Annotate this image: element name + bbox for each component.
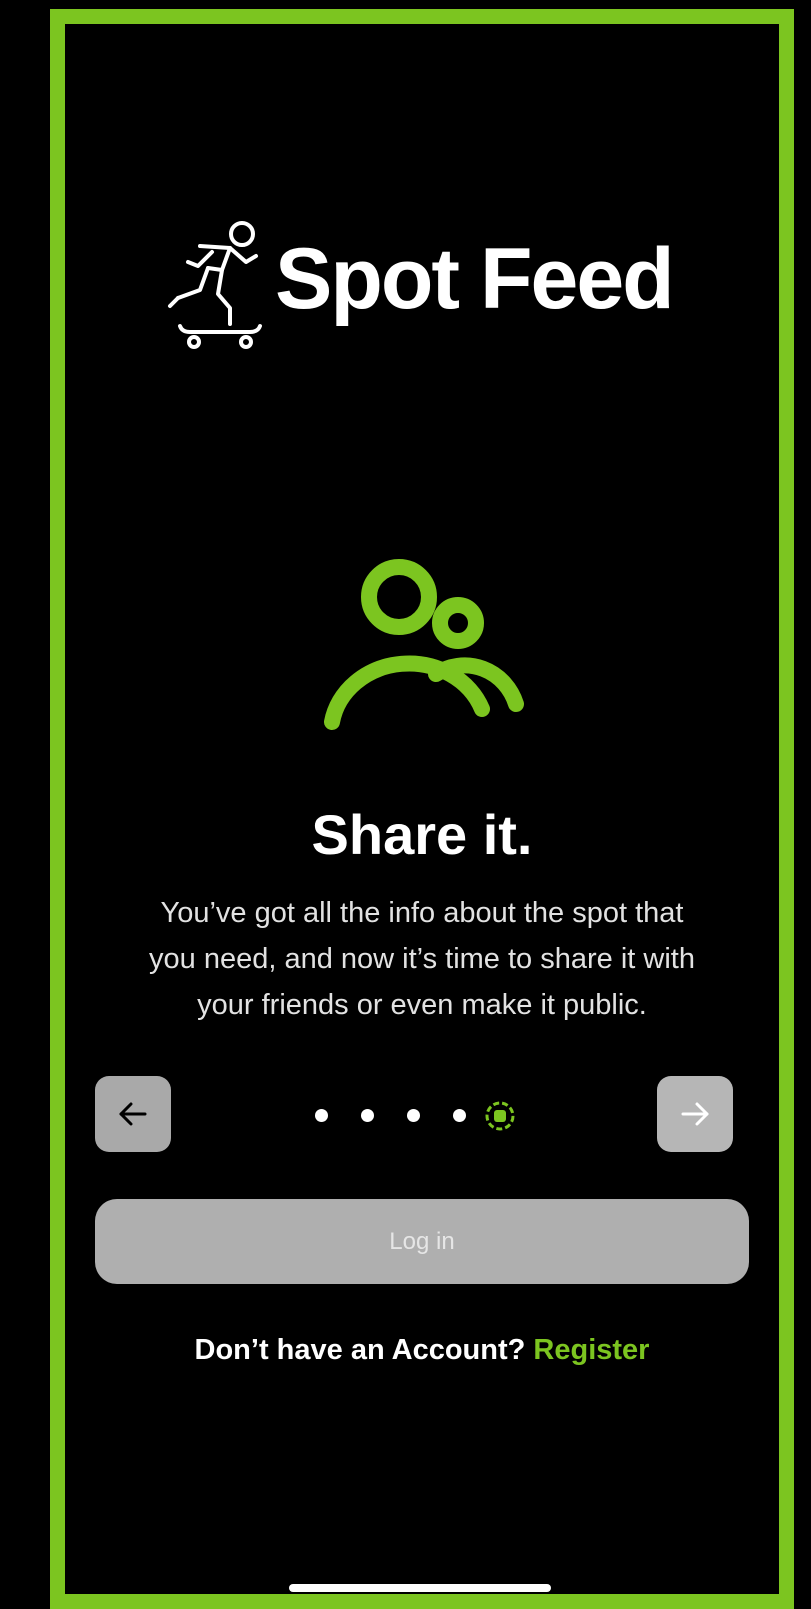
previous-page-button[interactable] xyxy=(95,1076,171,1152)
onboarding-description: You’ve got all the info about the spot t… xyxy=(149,897,695,1021)
app-logo: Spot Feed xyxy=(160,208,720,358)
page-dot-3[interactable] xyxy=(407,1109,420,1122)
users-icon xyxy=(324,559,524,730)
page-dot-5-active[interactable] xyxy=(484,1100,516,1132)
register-prompt-text: Don’t have an Account? xyxy=(194,1334,526,1366)
arrow-left-icon xyxy=(119,1102,147,1126)
skateboarder-icon xyxy=(168,221,262,349)
page-indicator xyxy=(307,1100,537,1132)
page-dot-4[interactable] xyxy=(453,1109,466,1122)
page-dot-1[interactable] xyxy=(315,1109,328,1122)
login-button[interactable]: Log in xyxy=(95,1199,749,1284)
home-indicator[interactable] xyxy=(289,1584,551,1592)
next-page-button[interactable] xyxy=(657,1076,733,1152)
device-frame: Spot Feed Share it. You’ve got all the i… xyxy=(50,9,794,1609)
onboarding-screen: Spot Feed Share it. You’ve got all the i… xyxy=(65,24,779,1594)
app-name: Spot Feed xyxy=(275,231,675,327)
arrow-right-icon xyxy=(681,1102,709,1126)
onboarding-headline: Share it. xyxy=(311,803,533,866)
register-prompt: Don’t have an Account? Register xyxy=(65,1334,779,1367)
register-link[interactable]: Register xyxy=(533,1334,649,1366)
page-dot-2[interactable] xyxy=(361,1109,374,1122)
